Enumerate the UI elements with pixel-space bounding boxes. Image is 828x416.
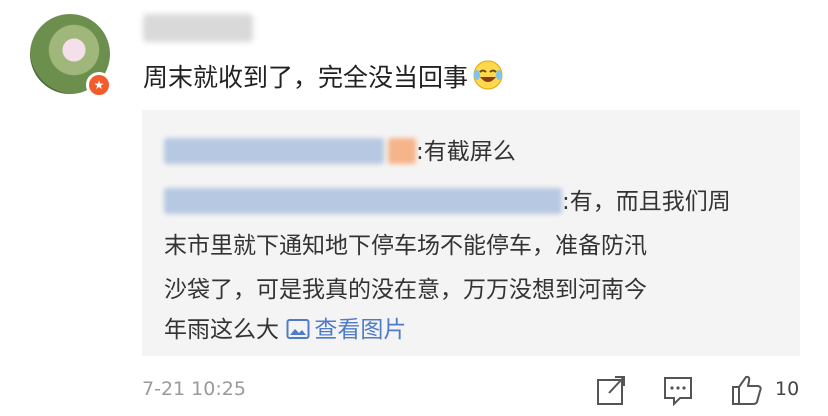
reply-line-3: 末市里就下通知地下停车场不能停车，准备防汛 <box>164 226 647 260</box>
blurred-reply-user-1[interactable] <box>164 138 384 164</box>
view-image-link[interactable]: 查看图片 <box>286 317 406 343</box>
reply-line-1: :有截屏么 <box>164 132 516 166</box>
reply-2-line-4: 年雨这么大 <box>164 317 279 343</box>
blurred-badge <box>388 138 416 164</box>
reply-2-line-1: :有，而且我们周 <box>562 189 731 215</box>
comment-body: 周末就收到了，完全没当回事 <box>143 63 469 92</box>
reply-line-4: 沙袋了，可是我真的没在意，万万没想到河南今 <box>164 270 647 304</box>
comment-icon[interactable] <box>662 373 694 407</box>
like-count: 10 <box>775 378 800 400</box>
reply-1-text: :有截屏么 <box>416 139 516 165</box>
reply-2-line-2: 末市里就下通知地下停车场不能停车，准备防汛 <box>164 233 647 259</box>
timestamp: 7-21 10:25 <box>142 378 246 400</box>
comment-text: 周末就收到了，完全没当回事 <box>143 58 504 94</box>
laughing-crying-emoji-icon <box>473 60 503 90</box>
star-badge-icon: ★ <box>86 72 112 98</box>
thumbs-up-icon[interactable] <box>730 373 764 407</box>
reply-line-5: 年雨这么大 查看图片 <box>164 310 406 344</box>
share-icon[interactable] <box>595 373 627 407</box>
reply-box: :有截屏么 :有，而且我们周 末市里就下通知地下停车场不能停车，准备防汛 沙袋了… <box>142 110 800 356</box>
reply-line-2: :有，而且我们周 <box>164 182 731 216</box>
username-blurred[interactable] <box>143 14 253 42</box>
image-icon <box>286 319 310 339</box>
blurred-reply-user-2[interactable] <box>164 188 562 214</box>
view-image-label: 查看图片 <box>314 317 407 343</box>
reply-2-line-3: 沙袋了，可是我真的没在意，万万没想到河南今 <box>164 277 647 303</box>
